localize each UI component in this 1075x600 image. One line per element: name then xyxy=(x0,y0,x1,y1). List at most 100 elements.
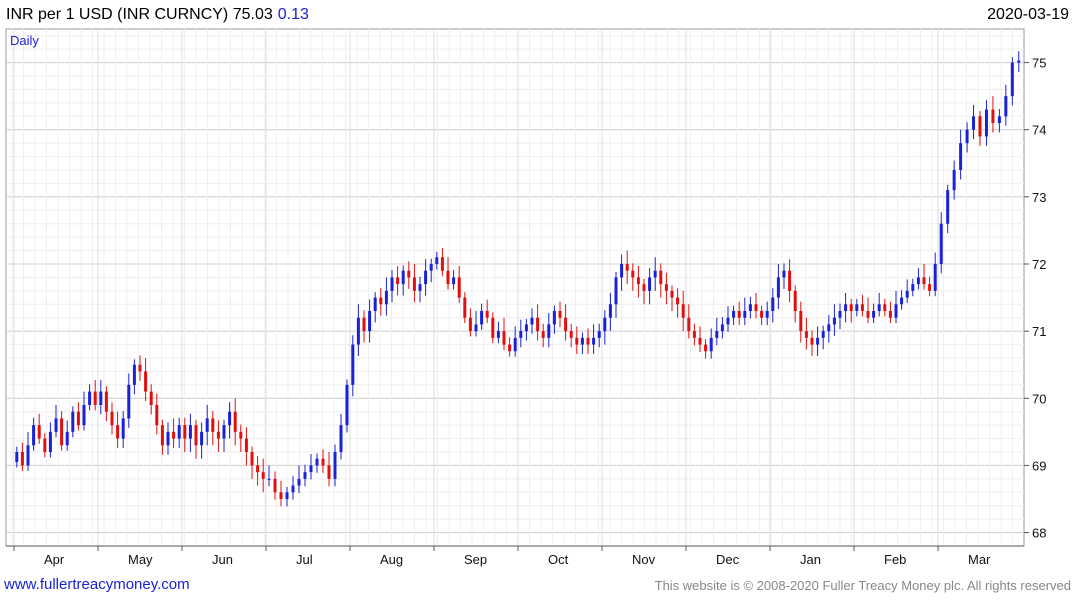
candle xyxy=(54,405,58,438)
candle xyxy=(222,419,226,452)
candle xyxy=(362,310,366,343)
candle-body xyxy=(440,257,444,271)
candle xyxy=(748,296,752,319)
candle-body xyxy=(496,331,500,338)
candle-body xyxy=(390,277,394,291)
x-tick-label: Jun xyxy=(212,552,233,567)
candle xyxy=(911,278,915,297)
candle-body xyxy=(614,277,618,305)
candle-body xyxy=(586,337,590,345)
candle xyxy=(709,328,713,359)
candle-body xyxy=(804,331,808,338)
candle-body xyxy=(664,284,668,291)
candle xyxy=(315,453,319,473)
copyright-notice: This website is © 2008-2020 Fuller Treac… xyxy=(654,578,1071,593)
candle xyxy=(732,305,736,326)
candle-body xyxy=(933,264,937,291)
candle-body xyxy=(407,270,411,278)
candle xyxy=(855,298,859,317)
candle xyxy=(788,259,792,303)
candle xyxy=(43,433,47,458)
candle xyxy=(704,339,708,359)
x-tick-label: Aug xyxy=(380,552,403,567)
candle-body xyxy=(732,311,736,318)
candle xyxy=(877,292,881,317)
candle xyxy=(485,299,489,324)
candle-body xyxy=(60,418,64,446)
candle-body xyxy=(648,277,652,291)
candle-body xyxy=(636,277,640,285)
candle-body xyxy=(356,317,360,345)
candle xyxy=(648,268,652,305)
candle-body xyxy=(832,317,836,325)
candle xyxy=(631,263,635,291)
candle xyxy=(37,413,41,444)
candle xyxy=(82,391,86,431)
candle xyxy=(541,323,545,348)
x-tick-label: Oct xyxy=(548,552,569,567)
candle-body xyxy=(827,324,831,332)
candle xyxy=(200,422,204,459)
candle xyxy=(291,476,295,500)
candle-body xyxy=(155,405,159,426)
candle-body xyxy=(799,311,803,332)
candle-body xyxy=(715,331,719,338)
candle-body xyxy=(597,331,601,338)
grid-lines xyxy=(6,29,1024,547)
candle-body xyxy=(592,337,596,345)
candle-body xyxy=(373,297,377,311)
candle-body xyxy=(485,311,489,318)
candle xyxy=(491,312,495,344)
candle-body xyxy=(558,311,562,318)
candle-body xyxy=(866,311,870,318)
candle-body xyxy=(26,445,30,466)
candle xyxy=(412,264,416,303)
candle-body xyxy=(396,277,400,285)
candle-body xyxy=(676,297,680,305)
candle xyxy=(519,319,523,348)
candle-body xyxy=(37,425,41,439)
candle-body xyxy=(188,425,192,439)
candle xyxy=(390,270,394,303)
candle xyxy=(659,263,663,298)
candle-body xyxy=(782,270,786,278)
site-link[interactable]: www.fullertreacymoney.com xyxy=(4,576,190,593)
candle xyxy=(603,310,607,345)
candle-body xyxy=(88,391,92,405)
candle-body xyxy=(997,116,1001,123)
candle xyxy=(592,324,596,354)
candle-body xyxy=(138,364,142,372)
candle-body xyxy=(743,311,747,318)
candle xyxy=(810,330,814,356)
candle-body xyxy=(681,304,685,318)
candle-body xyxy=(149,391,153,405)
candle-body xyxy=(946,190,950,224)
candle xyxy=(188,413,192,452)
candle xyxy=(866,297,870,324)
candle-body xyxy=(508,344,512,352)
candle xyxy=(407,261,411,289)
candle-body xyxy=(916,277,920,285)
candle-body xyxy=(922,277,926,285)
candle-body xyxy=(816,337,820,345)
candle-body xyxy=(468,317,472,332)
candle xyxy=(698,326,702,352)
candle-body xyxy=(315,458,319,466)
candle-body xyxy=(687,317,691,332)
candle-body xyxy=(978,116,982,137)
candle-body xyxy=(256,465,260,473)
candle-body xyxy=(765,311,769,318)
plot-frame xyxy=(5,28,1025,547)
y-tick-label: 70 xyxy=(1032,391,1046,406)
candle-body xyxy=(872,311,876,318)
candle-body xyxy=(110,411,114,426)
candle xyxy=(303,464,307,487)
candle-body xyxy=(754,304,758,311)
candle xyxy=(558,301,562,328)
candle xyxy=(309,454,313,480)
candle-body xyxy=(144,371,148,392)
candle-body xyxy=(709,337,713,352)
candle-body xyxy=(321,458,325,466)
x-axis: Apr May Jun Jul Aug Sep Oct Nov Dec Jan Feb Mar xyxy=(6,545,1024,567)
candle xyxy=(211,411,215,446)
